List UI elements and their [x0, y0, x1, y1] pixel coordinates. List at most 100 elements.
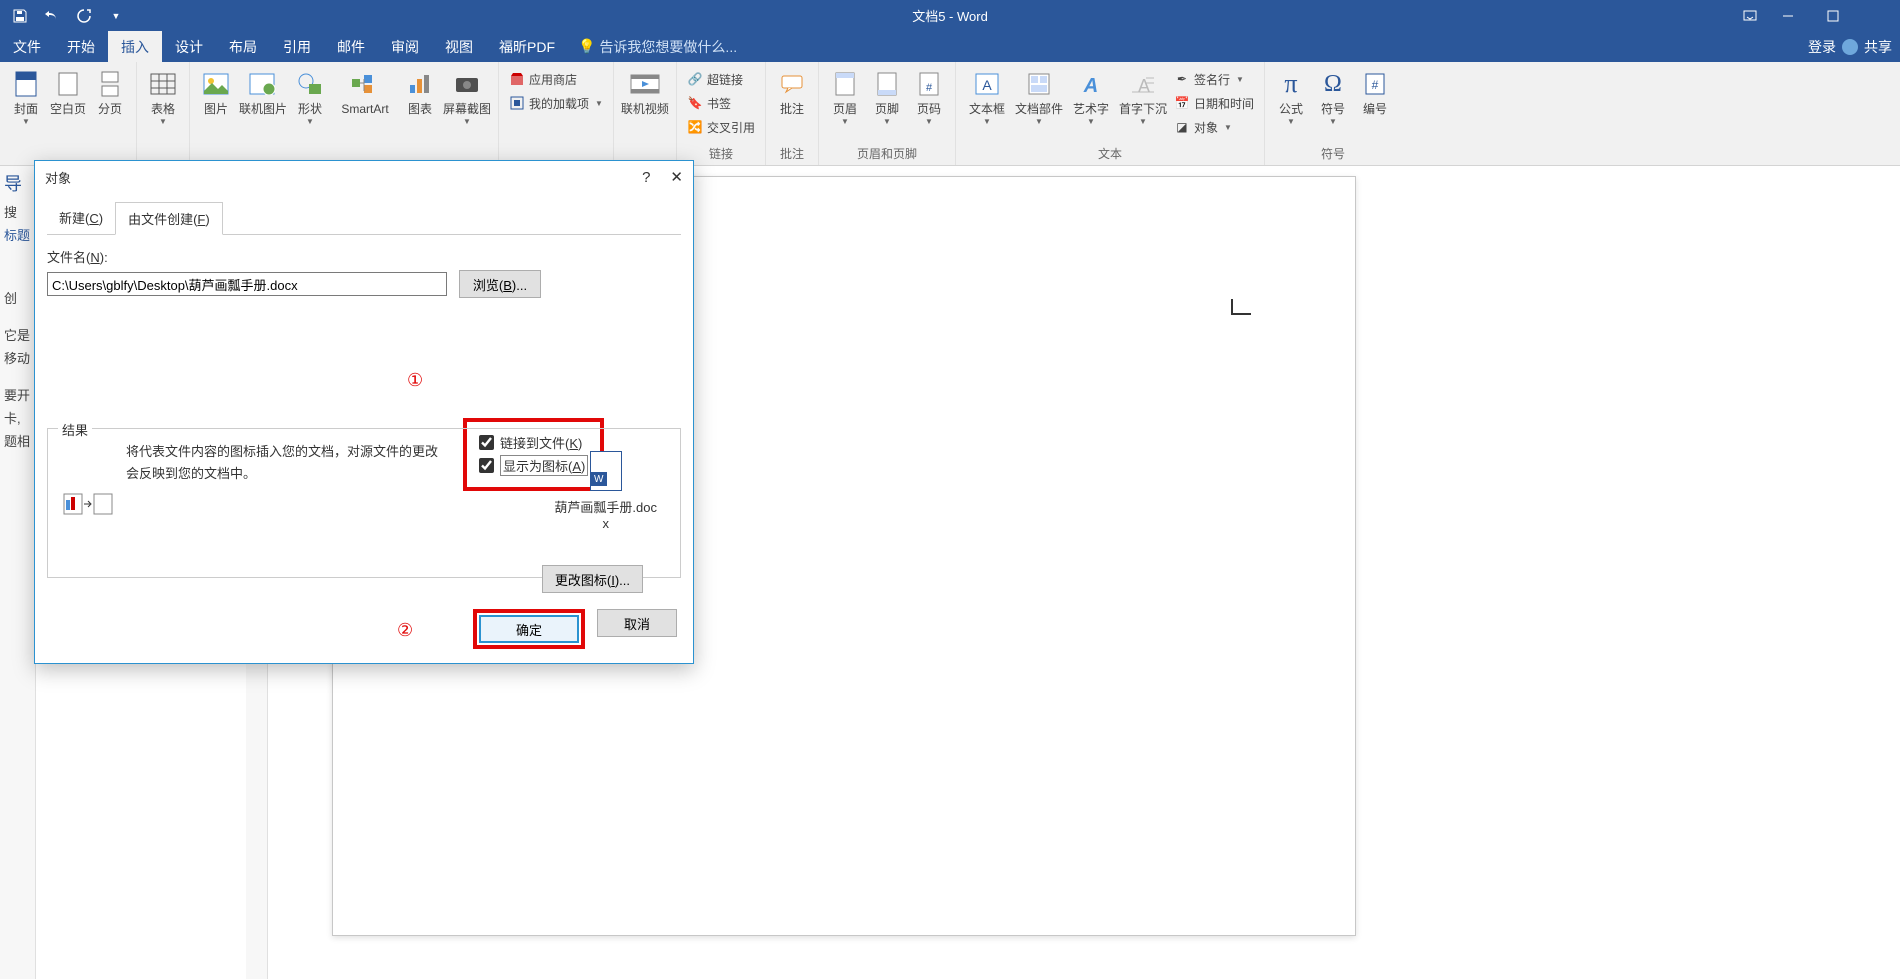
- screenshot-button[interactable]: 屏幕截图▼: [442, 66, 492, 144]
- group-text-label: 文本: [962, 145, 1258, 165]
- signature-icon: ✒: [1174, 71, 1190, 87]
- result-legend: 结果: [58, 420, 92, 439]
- navigation-pane: 导 搜 标题 创 它是 移动 要开 卡, 题相: [0, 166, 36, 979]
- share-button[interactable]: 共享: [1864, 37, 1892, 57]
- drop-cap-button[interactable]: A首字下沉▼: [1118, 66, 1168, 144]
- tab-design[interactable]: 设计: [162, 31, 216, 62]
- tab-insert[interactable]: 插入: [108, 31, 162, 62]
- header-button[interactable]: 页眉▼: [825, 66, 865, 144]
- ribbon-display-options-icon[interactable]: [1735, 0, 1765, 31]
- tab-foxit[interactable]: 福昕PDF: [486, 31, 568, 62]
- nav-title: 导: [0, 166, 35, 200]
- tab-layout[interactable]: 布局: [216, 31, 270, 62]
- bookmark-button[interactable]: 🔖书签: [687, 92, 755, 114]
- quick-access-toolbar: ▼: [0, 2, 130, 30]
- bookmark-icon: 🔖: [687, 95, 703, 111]
- annotation-1: ①: [407, 370, 423, 391]
- object-dialog: 对象 ? ✕ 新建(C) 由文件创建(F) 文件名(N): 浏览(B)... ①…: [34, 160, 694, 664]
- tab-home[interactable]: 开始: [54, 31, 108, 62]
- chart-button[interactable]: 图表: [400, 66, 440, 144]
- blank-page-button[interactable]: 空白页: [48, 66, 88, 144]
- redo-icon[interactable]: [70, 2, 98, 30]
- window-title: 文档5 - Word: [912, 6, 988, 25]
- tab-mailings[interactable]: 邮件: [324, 31, 378, 62]
- minimize-button[interactable]: [1765, 0, 1810, 31]
- tab-references[interactable]: 引用: [270, 31, 324, 62]
- page-number-button[interactable]: #页码▼: [909, 66, 949, 144]
- crossref-icon: 🔀: [687, 119, 703, 135]
- tab-create-from-file[interactable]: 由文件创建(F): [115, 202, 223, 235]
- online-video-button[interactable]: 联机视频: [620, 66, 670, 144]
- symbol-button[interactable]: Ω符号▼: [1313, 66, 1353, 144]
- ribbon-tabs: 文件 开始 插入 设计 布局 引用 邮件 审阅 视图 福昕PDF 💡 告诉我您想…: [0, 31, 1900, 62]
- nav-text-4: 要开: [0, 383, 35, 406]
- signature-line-button[interactable]: ✒签名行▼: [1174, 68, 1254, 90]
- dialog-help-button[interactable]: ?: [642, 169, 650, 186]
- title-bar: ▼ 文档5 - Word: [0, 0, 1900, 31]
- nav-text-1: 创: [0, 286, 35, 309]
- cancel-button[interactable]: 取消: [597, 609, 677, 637]
- signin-link[interactable]: 登录: [1808, 37, 1836, 57]
- nav-search[interactable]: 搜: [0, 200, 35, 223]
- link-icon: 🔗: [687, 71, 703, 87]
- tab-file[interactable]: 文件: [0, 31, 54, 62]
- group-links-label: 链接: [683, 145, 759, 165]
- comment-button[interactable]: 批注: [772, 66, 812, 144]
- date-time-button[interactable]: 📅日期和时间: [1174, 92, 1254, 114]
- browse-button[interactable]: 浏览(B)...: [459, 270, 541, 298]
- save-icon[interactable]: [6, 2, 34, 30]
- dialog-close-button[interactable]: ✕: [670, 168, 683, 186]
- smartart-button[interactable]: SmartArt: [332, 66, 398, 144]
- chevron-down-icon: ▼: [22, 117, 30, 126]
- addins-icon: [509, 95, 525, 111]
- table-button[interactable]: 表格▼: [143, 66, 183, 144]
- undo-icon[interactable]: [38, 2, 66, 30]
- result-text: 将代表文件内容的图标插入您的文档，对源文件的更改会反映到您的文档中。: [126, 441, 446, 565]
- tell-me-search[interactable]: 💡 告诉我您想要做什么...: [568, 31, 737, 62]
- equation-button[interactable]: π公式▼: [1271, 66, 1311, 144]
- word-doc-icon: [590, 451, 622, 491]
- store-button[interactable]: 应用商店: [509, 68, 603, 90]
- ok-button[interactable]: 确定: [479, 615, 579, 643]
- filename-input[interactable]: [47, 272, 447, 296]
- number-button[interactable]: #编号: [1355, 66, 1395, 144]
- quick-parts-button[interactable]: 文档部件▼: [1014, 66, 1064, 144]
- tab-review[interactable]: 审阅: [378, 31, 432, 62]
- dialog-tabs: 新建(C) 由文件创建(F): [47, 201, 681, 235]
- filename-label: 文件名(N):: [47, 247, 681, 266]
- my-addins-button[interactable]: 我的加载项▼: [509, 92, 603, 114]
- ribbon: 封面▼ 空白页 分页 表格▼ 图片 联机图片 形状▼ SmartArt 图表 屏…: [0, 62, 1900, 166]
- hyperlink-button[interactable]: 🔗超链接: [687, 68, 755, 90]
- page-break-button[interactable]: 分页: [90, 66, 130, 144]
- tab-create-new[interactable]: 新建(C): [47, 202, 115, 235]
- picture-button[interactable]: 图片: [196, 66, 236, 144]
- calendar-icon: 📅: [1174, 95, 1190, 111]
- close-button[interactable]: [1855, 0, 1900, 31]
- shapes-button[interactable]: 形状▼: [290, 66, 330, 144]
- avatar-icon[interactable]: [1842, 39, 1858, 55]
- cross-reference-button[interactable]: 🔀交叉引用: [687, 116, 755, 138]
- store-icon: [509, 71, 525, 87]
- wordart-button[interactable]: A艺术字▼: [1066, 66, 1116, 144]
- svg-text:A: A: [1138, 76, 1150, 96]
- maximize-button[interactable]: [1810, 0, 1855, 31]
- tab-view[interactable]: 视图: [432, 31, 486, 62]
- text-box-button[interactable]: A文本框▼: [962, 66, 1012, 144]
- svg-text:A: A: [982, 77, 992, 93]
- svg-text:A: A: [1083, 75, 1098, 96]
- nav-text-2: 它是: [0, 323, 35, 346]
- nav-text-5: 卡,: [0, 406, 35, 429]
- svg-text:#: #: [1372, 78, 1379, 92]
- cover-page-button[interactable]: 封面▼: [6, 66, 46, 144]
- nav-text-6: 题相: [0, 429, 35, 452]
- object-button[interactable]: ◪对象▼: [1174, 116, 1254, 138]
- qat-dropdown-icon[interactable]: ▼: [102, 2, 130, 30]
- dialog-title: 对象: [45, 168, 71, 187]
- object-icon: ◪: [1174, 119, 1190, 135]
- footer-button[interactable]: 页脚▼: [867, 66, 907, 144]
- window-buttons: [1735, 0, 1900, 31]
- nav-text-3: 移动: [0, 346, 35, 369]
- online-pictures-button[interactable]: 联机图片: [238, 66, 288, 144]
- nav-heading[interactable]: 标题: [0, 223, 35, 246]
- change-icon-button[interactable]: 更改图标(I)...: [542, 565, 643, 593]
